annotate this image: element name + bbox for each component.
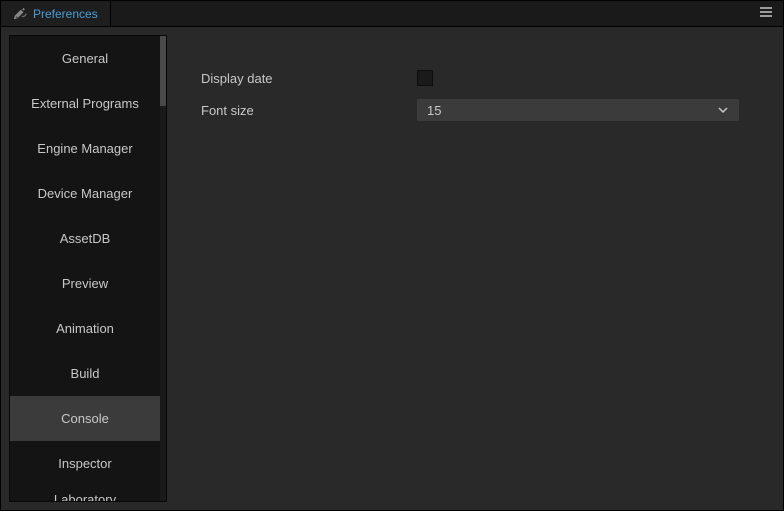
sidebar-item-label: Device Manager xyxy=(38,186,133,201)
tools-icon xyxy=(13,7,27,21)
sidebar-item-animation[interactable]: Animation xyxy=(10,306,160,351)
sidebar-item-label: External Programs xyxy=(31,96,139,111)
font-size-value: 15 xyxy=(427,103,441,118)
sidebar-item-general[interactable]: General xyxy=(10,36,160,81)
font-size-select[interactable]: 15 xyxy=(417,99,739,121)
sidebar-item-label: Animation xyxy=(56,321,114,336)
tab-label: Preferences xyxy=(33,7,98,21)
font-size-label: Font size xyxy=(201,103,417,118)
setting-font-size: Font size 15 xyxy=(201,95,757,125)
sidebar-item-label: Preview xyxy=(62,276,108,291)
display-date-label: Display date xyxy=(201,71,417,86)
sidebar: General External Programs Engine Manager… xyxy=(9,35,167,502)
tab-preferences[interactable]: Preferences xyxy=(1,1,111,26)
sidebar-item-laboratory[interactable]: Laboratory xyxy=(10,486,160,501)
hamburger-icon xyxy=(759,5,773,22)
sidebar-item-inspector[interactable]: Inspector xyxy=(10,441,160,486)
sidebar-item-label: Inspector xyxy=(58,456,111,471)
main-panel: Display date Font size 15 xyxy=(167,35,775,502)
sidebar-item-label: Laboratory xyxy=(54,492,116,501)
content: General External Programs Engine Manager… xyxy=(1,27,783,510)
sidebar-item-label: Console xyxy=(61,411,109,426)
sidebar-item-assetdb[interactable]: AssetDB xyxy=(10,216,160,261)
sidebar-item-external-programs[interactable]: External Programs xyxy=(10,81,160,126)
sidebar-list: General External Programs Engine Manager… xyxy=(10,36,160,501)
sidebar-item-label: General xyxy=(62,51,108,66)
sidebar-item-preview[interactable]: Preview xyxy=(10,261,160,306)
setting-display-date: Display date xyxy=(201,63,757,93)
scrollbar-thumb[interactable] xyxy=(160,36,166,106)
sidebar-item-label: Build xyxy=(71,366,100,381)
sidebar-item-label: Engine Manager xyxy=(37,141,132,156)
sidebar-item-engine-manager[interactable]: Engine Manager xyxy=(10,126,160,171)
chevron-down-icon xyxy=(717,104,729,116)
sidebar-item-console[interactable]: Console xyxy=(10,396,160,441)
sidebar-scrollbar[interactable] xyxy=(160,36,166,501)
sidebar-item-device-manager[interactable]: Device Manager xyxy=(10,171,160,216)
display-date-checkbox[interactable] xyxy=(417,70,433,86)
titlebar: Preferences xyxy=(1,1,783,27)
sidebar-item-label: AssetDB xyxy=(60,231,111,246)
sidebar-item-build[interactable]: Build xyxy=(10,351,160,396)
menu-button[interactable] xyxy=(749,1,783,26)
